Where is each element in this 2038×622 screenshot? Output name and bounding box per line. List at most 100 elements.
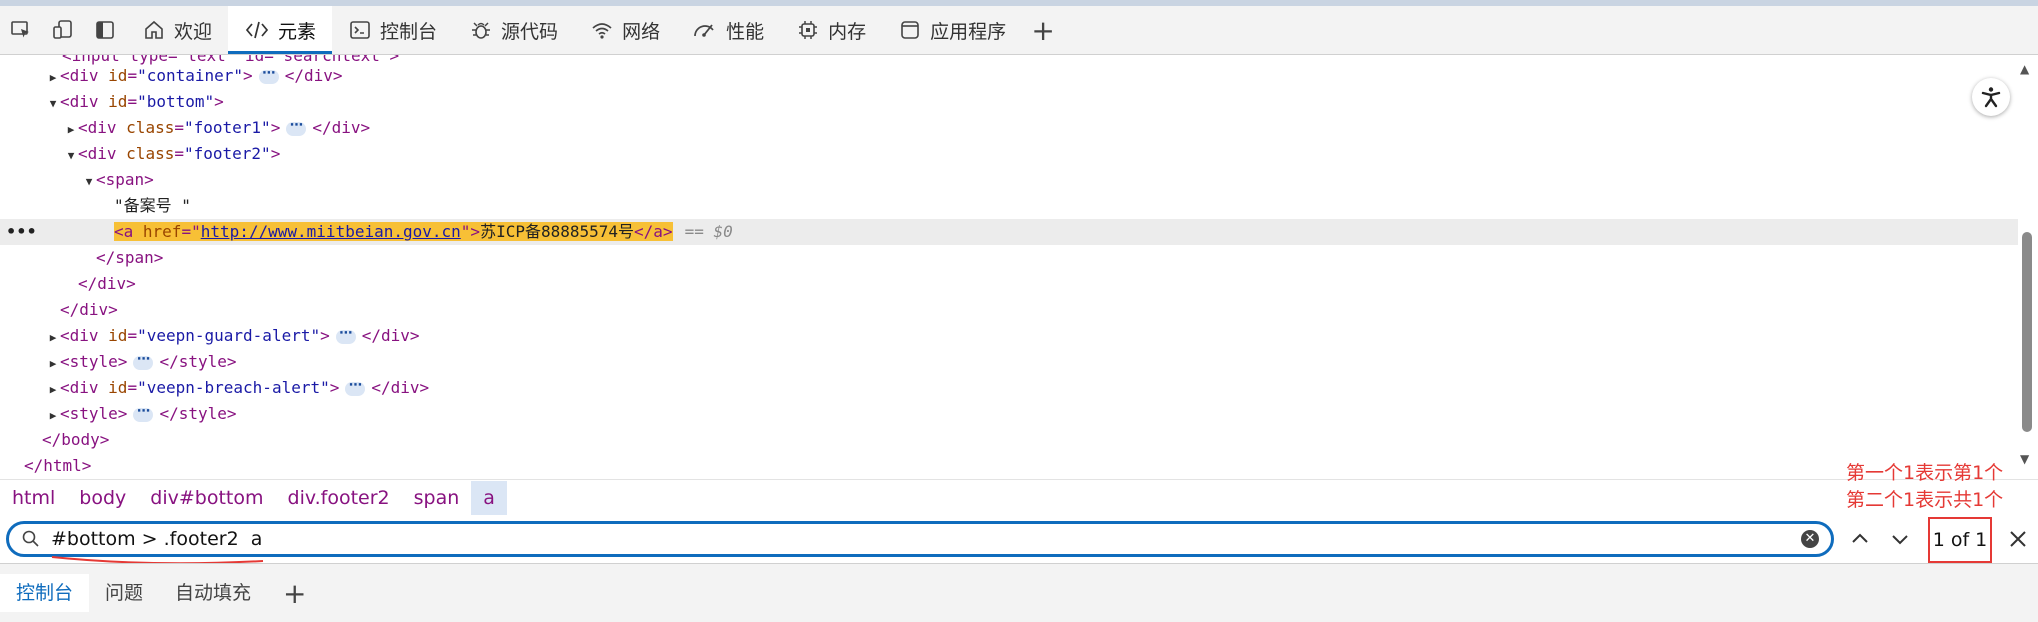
href-link[interactable]: http://www.miitbeian.gov.cn <box>201 222 461 241</box>
tab-network[interactable]: 网络 <box>574 6 676 54</box>
dom-attr-value: "footer2" <box>183 144 271 163</box>
dom-end-tag: </div> <box>312 118 371 137</box>
more-actions-icon[interactable]: ••• <box>6 219 37 245</box>
highlighted-match: <a href="http://www.miitbeian.gov.cn">苏I… <box>114 222 673 241</box>
scroll-up-icon[interactable]: ▲ <box>2020 62 2029 76</box>
expand-triangle-icon[interactable]: ▶ <box>46 351 60 377</box>
collapsed-ellipsis-icon[interactable]: ⋯ <box>133 405 154 422</box>
dom-node-style[interactable]: ▶ <style> ⋯ </style> <box>0 349 2018 375</box>
dom-node-footer2[interactable]: ▼ <div class="footer2"> <box>0 141 2018 167</box>
dom-end-tag: </div> <box>361 326 420 345</box>
collapsed-ellipsis-icon[interactable]: ⋯ <box>133 353 154 370</box>
inspect-element-icon[interactable] <box>0 6 42 54</box>
tab-label: 源代码 <box>501 20 559 43</box>
annotation-text: 第一个1表示第1个 <box>1846 462 2004 484</box>
close-search-icon[interactable] <box>2004 525 2032 553</box>
dom-tag: <span> <box>96 170 154 189</box>
accessibility-icon[interactable] <box>1972 78 2010 116</box>
dom-end-tag: </div> <box>78 274 136 293</box>
dom-end-tag: </div> <box>60 300 118 319</box>
collapse-triangle-icon[interactable]: ▼ <box>46 91 60 117</box>
dom-tree[interactable]: <input type="text" id="searchtext"> ▶ <di… <box>0 55 2018 477</box>
expand-triangle-icon[interactable]: ▶ <box>46 377 60 403</box>
collapsed-ellipsis-icon[interactable]: ⋯ <box>345 379 366 396</box>
expand-triangle-icon[interactable]: ▶ <box>46 65 60 91</box>
drawer-tab-console[interactable]: 控制台 <box>0 574 90 612</box>
expand-triangle-icon[interactable]: ▶ <box>46 325 60 351</box>
breadcrumb-item-span[interactable]: span <box>402 481 472 515</box>
collapsed-ellipsis-icon[interactable]: ⋯ <box>258 67 279 84</box>
tab-sources[interactable]: 源代码 <box>453 6 574 54</box>
previous-match-icon[interactable] <box>1846 525 1874 553</box>
match-count: 1 of 1 <box>1928 517 1992 563</box>
dom-close-span[interactable]: </span> <box>0 245 2018 271</box>
collapsed-ellipsis-icon[interactable]: ⋯ <box>286 119 307 136</box>
dom-attr-value: "veepn-breach-alert" <box>137 378 330 397</box>
dom-close-body[interactable]: </body> <box>0 427 2018 453</box>
dom-tag-close: "> <box>460 222 481 241</box>
dom-end-tag: </div> <box>371 378 430 397</box>
drawer-tab-autofill[interactable]: 自动填充 <box>159 574 267 612</box>
annotation-text: 第二个1表示共1个 <box>1846 489 2004 511</box>
dom-eq: = <box>127 66 138 85</box>
expand-triangle-icon[interactable]: ▶ <box>64 117 78 143</box>
dom-end-tag: </body> <box>42 430 110 449</box>
scroll-down-icon[interactable]: ▼ <box>2020 452 2029 466</box>
gauge-icon <box>694 24 714 37</box>
dom-eq: = <box>174 118 184 137</box>
dom-node-style[interactable]: ▶ <style> ⋯ </style> <box>0 401 2018 427</box>
tab-label: 控制台 <box>380 20 438 43</box>
drawer-tab-issues[interactable]: 问题 <box>89 574 159 612</box>
bug-icon <box>472 22 491 39</box>
tab-welcome[interactable]: 欢迎 <box>126 6 228 54</box>
dock-side-icon[interactable] <box>84 6 126 54</box>
dom-node-container[interactable]: ▶ <div id="container"> ⋯ </div> <box>0 63 2018 89</box>
tab-application[interactable]: 应用程序 <box>882 6 1022 54</box>
breadcrumb-item-div-bottom[interactable]: div#bottom <box>138 481 275 515</box>
dom-close-html[interactable]: </html> <box>0 453 2018 477</box>
clear-search-icon[interactable]: ✕ <box>1801 530 1819 548</box>
add-drawer-tab-button[interactable]: + <box>267 577 322 610</box>
expand-triangle-icon[interactable]: ▶ <box>46 403 60 429</box>
chip-icon <box>799 21 818 39</box>
dom-end-tag: </div> <box>284 66 343 85</box>
dom-node-veepn-guard[interactable]: ▶ <div id="veepn-guard-alert"> ⋯ </div> <box>0 323 2018 349</box>
tab-label: 元素 <box>278 20 317 43</box>
breadcrumb-item-a[interactable]: a <box>471 481 507 515</box>
dom-tag: <div <box>78 144 127 163</box>
breadcrumb-item-div-footer2[interactable]: div.footer2 <box>276 481 402 515</box>
collapsed-ellipsis-icon[interactable]: ⋯ <box>335 327 356 344</box>
collapse-triangle-icon[interactable]: ▼ <box>82 169 96 195</box>
breadcrumb-item-body[interactable]: body <box>67 481 138 515</box>
dom-node-bottom[interactable]: ▼ <div id="bottom"> <box>0 89 2018 115</box>
dom-attr-name: id <box>108 378 128 397</box>
dom-close-div[interactable]: </div> <box>0 297 2018 323</box>
dom-text-node[interactable]: "备案号 " <box>0 193 2018 219</box>
dom-text: 苏ICP备88885574号 <box>480 222 635 241</box>
search-input[interactable] <box>49 527 1773 551</box>
search-bar: ✕ 1 of 1 <box>0 517 2038 565</box>
dom-attr-value: "container" <box>137 66 244 85</box>
dom-close-div[interactable]: </div> <box>0 271 2018 297</box>
tab-performance[interactable]: 性能 <box>676 6 780 54</box>
breadcrumb-item-html[interactable]: html <box>0 481 67 515</box>
dom-node-veepn-breach[interactable]: ▶ <div id="veepn-breach-alert"> ⋯ </div> <box>0 375 2018 401</box>
add-tool-button[interactable]: + <box>1022 6 1064 54</box>
dom-node-footer1[interactable]: ▶ <div class="footer1"> ⋯ </div> <box>0 115 2018 141</box>
tab-elements[interactable]: 元素 <box>228 6 333 54</box>
tab-console[interactable]: 控制台 <box>332 6 453 54</box>
dom-eq: =" <box>181 222 201 241</box>
next-match-icon[interactable] <box>1886 525 1914 553</box>
search-field[interactable]: ✕ <box>6 521 1834 557</box>
tab-memory[interactable]: 内存 <box>780 6 882 54</box>
scrollbar-thumb[interactable] <box>2022 232 2032 432</box>
dom-node-a-selected[interactable]: ••• <a href="http://www.miitbeian.gov.cn"… <box>0 219 2018 245</box>
device-emulation-icon[interactable] <box>42 6 84 54</box>
tab-label: 内存 <box>828 20 867 43</box>
tab-label: 性能 <box>726 20 765 43</box>
dom-tag: <style> <box>60 352 128 371</box>
dom-end-tag: </span> <box>96 248 164 267</box>
dom-node-span[interactable]: ▼ <span> <box>0 167 2018 193</box>
collapse-triangle-icon[interactable]: ▼ <box>64 143 78 169</box>
dom-attr-value: "bottom" <box>137 92 215 111</box>
